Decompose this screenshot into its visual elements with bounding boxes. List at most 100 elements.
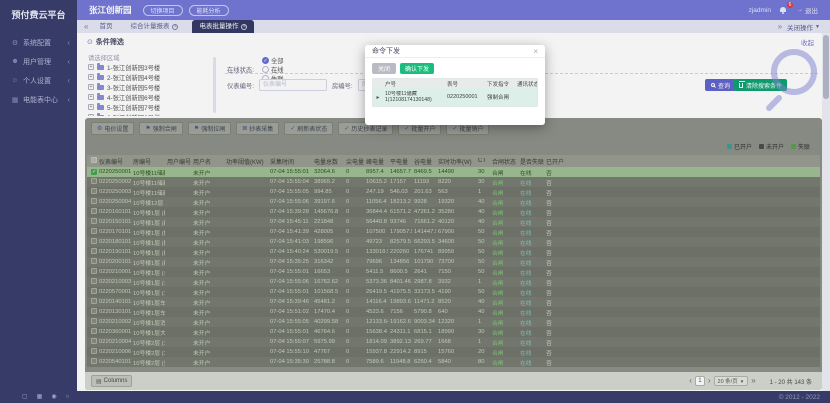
- dialog-close-button[interactable]: 关闭: [372, 63, 396, 74]
- table-cell: 247.19: [364, 189, 388, 195]
- toolbar-price-setting[interactable]: ⚙电价设置: [91, 122, 134, 135]
- expand-icon[interactable]: +: [88, 64, 94, 70]
- table-row[interactable]: 022057000110号楼1层 (19未开户07-04 15:55:01101…: [87, 287, 820, 297]
- pager: ‹ 1 › 20 条/页 ▼ »: [689, 376, 755, 386]
- table-cell: 在线: [518, 198, 544, 207]
- table-cell: 34600: [436, 239, 476, 245]
- grid-icon[interactable]: ▦: [37, 391, 43, 403]
- tree-node[interactable]: +2-张江创新园4号楼: [88, 72, 210, 82]
- table-cell: 179057.5: [388, 229, 412, 235]
- table-row[interactable]: 022015010110号楼1层 (配未开户07-04 15:45:112218…: [87, 217, 820, 227]
- last-page-icon[interactable]: »: [751, 376, 755, 386]
- table-row[interactable]: 022020010110号楼1层 (配未开户07-04 15:35:253163…: [87, 257, 820, 267]
- toolbar-refresh-meter-status[interactable]: ✓刷新表状态: [284, 122, 333, 135]
- expand-icon[interactable]: +: [88, 94, 94, 100]
- toolbar-meter-reading[interactable]: ⊠抄表采集: [236, 122, 279, 135]
- expand-icon[interactable]: +: [88, 114, 94, 116]
- table-cell: 合闸: [490, 268, 518, 277]
- expand-arrow-icon[interactable]: ▸: [373, 94, 383, 101]
- logout-button[interactable]: → 退出: [797, 5, 818, 15]
- next-page-icon[interactable]: ›: [708, 376, 711, 386]
- dialog-title: 命令下发: [372, 46, 400, 56]
- table-row[interactable]: 022054010110号楼2层 (美未开户07-04 15:35:302578…: [87, 357, 820, 367]
- tree-node[interactable]: +4-张江创新园6号楼: [88, 92, 210, 102]
- meter-cell: 0220250001: [445, 94, 485, 100]
- legend-label: 未开户: [766, 142, 784, 151]
- columns-button[interactable]: ▤ Columns: [91, 375, 132, 387]
- tab-close-icon[interactable]: ×: [241, 24, 247, 30]
- tree-node[interactable]: +5-张江创新园7号楼: [88, 102, 210, 112]
- table-row[interactable]: 022016010110号楼1层 (配未开户07-04 15:39:281456…: [87, 207, 820, 217]
- record-icon[interactable]: ◉: [51, 391, 56, 403]
- username[interactable]: zjadmin: [749, 7, 771, 14]
- confirm-dispatch-button[interactable]: 确认下发: [400, 63, 434, 74]
- table-row[interactable]: 022014010110号楼1层车库未开户07-04 15:39:4645481…: [87, 297, 820, 307]
- close-operations-dropdown[interactable]: 关闭操作 ▼: [787, 22, 820, 32]
- dialog-close-icon[interactable]: ×: [533, 47, 538, 56]
- table-row[interactable]: 022021000410号楼2层 (北未开户07-04 15:55:075975…: [87, 337, 820, 347]
- columns-icon: ▤: [96, 378, 102, 385]
- tabs-scroll-right-icon[interactable]: »: [778, 20, 782, 33]
- table-cell: 0: [344, 289, 364, 295]
- tab-metering-report[interactable]: 综合计量报表×: [126, 20, 182, 33]
- sidebar-item-user-management[interactable]: ☻用户管理‹: [0, 52, 77, 71]
- table-cell: 33173.5: [412, 289, 436, 295]
- table-cell: 50: [476, 249, 490, 255]
- table-cell: 10号楼1层 (配: [131, 218, 165, 227]
- search-button[interactable]: 查询: [705, 79, 736, 91]
- tab-close-icon[interactable]: ×: [172, 24, 178, 30]
- tab-home[interactable]: 首页: [95, 20, 116, 33]
- table-row[interactable]: 022025000410号楼12层 (总未开户07-04 15:55:06391…: [87, 197, 820, 207]
- table-row[interactable]: ✓022025000110号楼11储藏1(未开户07-04 15:55:0132…: [87, 167, 820, 177]
- collapse-link[interactable]: 收起: [801, 37, 814, 47]
- column-header: 合闸状态: [490, 157, 518, 166]
- toolbar-force-close-switch[interactable]: ⚑强制合闸: [139, 122, 182, 135]
- scrollbar-thumb[interactable]: [823, 35, 829, 99]
- expand-icon[interactable]: +: [88, 104, 94, 110]
- table-cell: 0220210001: [97, 269, 131, 275]
- power-icon[interactable]: ○: [66, 391, 70, 403]
- table-cell: 07-04 15:55:07: [268, 339, 312, 345]
- current-page[interactable]: 1: [695, 376, 705, 386]
- table-row[interactable]: 022013010110号楼1层车库未开户07-04 15:51:0217470…: [87, 307, 820, 317]
- tabs-scroll-left-icon[interactable]: «: [84, 20, 88, 33]
- window-icon[interactable]: ▢: [22, 391, 28, 403]
- table-cell: 994.85: [312, 189, 344, 195]
- table-cell: 1: [476, 319, 490, 325]
- energy-analysis-button[interactable]: 能耗分析: [189, 5, 229, 16]
- table-cell: 47767: [312, 349, 344, 355]
- table-row[interactable]: 022021000210号楼1层消防未开户07-04 15:55:0540299…: [87, 317, 820, 327]
- table-row[interactable]: 022021000310号楼1层 (1E未开户07-04 15:55:06167…: [87, 277, 820, 287]
- status-radio[interactable]: ✓全部: [262, 56, 284, 65]
- meter-no-input[interactable]: [259, 79, 327, 91]
- table-row[interactable]: 022036000110号楼1层大厅未开户07-04 15:55:0146764…: [87, 327, 820, 337]
- toolbar-force-open-switch[interactable]: ⚑强制拉闸: [188, 122, 231, 135]
- table-row[interactable]: 022025000210号楼11储藏2(未开户07-04 15:55:04389…: [87, 177, 820, 187]
- table-cell: 41975.5: [388, 289, 412, 295]
- switch-project-button[interactable]: 切换项目: [143, 5, 183, 16]
- tree-node[interactable]: +6-张江创新园8号楼: [88, 112, 210, 116]
- table-cell: 0220200101: [97, 259, 131, 265]
- tree-node[interactable]: +1-张江创新园3号楼: [88, 62, 210, 72]
- table-cell: 1: [476, 279, 490, 285]
- sidebar-item-personal-settings[interactable]: ☺个人设置‹: [0, 71, 77, 90]
- expand-icon[interactable]: +: [88, 74, 94, 80]
- table-cell: 8469.5: [412, 169, 436, 175]
- notifications-button[interactable]: 6: [780, 6, 788, 14]
- tab-meter-batch-ops[interactable]: 电表批量操作×: [192, 20, 254, 33]
- scrollbar[interactable]: [822, 33, 830, 391]
- tree-node[interactable]: +3-张江创新园5号楼: [88, 82, 210, 92]
- dialog-table-row[interactable]: ▸ 10号楼11储藏 1(12108174130148) 0220250001 …: [373, 88, 537, 106]
- table-row[interactable]: 022025000310号楼11储藏3(未开户07-04 15:55:05994…: [87, 187, 820, 197]
- table-row[interactable]: 022021000610号楼2层 (北未开户07-04 15:55:104776…: [87, 347, 820, 357]
- table-row[interactable]: 022019010110号楼1层 (配未开户07-04 15:40:245300…: [87, 247, 820, 257]
- sidebar-item-meter-center[interactable]: ▦电能表中心‹: [0, 90, 77, 109]
- table-row[interactable]: 022021000110号楼1层 (总未开户07-04 15:55:011665…: [87, 267, 820, 277]
- sidebar-item-system-config[interactable]: ⚙系统配置‹: [0, 33, 77, 52]
- table-cell: 221848: [312, 219, 344, 225]
- prev-page-icon[interactable]: ‹: [689, 376, 692, 386]
- expand-icon[interactable]: +: [88, 84, 94, 90]
- table-row[interactable]: 022018010110号楼1层 (配未开户07-04 15:41:031985…: [87, 237, 820, 247]
- table-row[interactable]: 022017010110号楼1层 (配未开户07-04 15:41:394280…: [87, 227, 820, 237]
- page-size-select[interactable]: 20 条/页 ▼: [714, 376, 749, 386]
